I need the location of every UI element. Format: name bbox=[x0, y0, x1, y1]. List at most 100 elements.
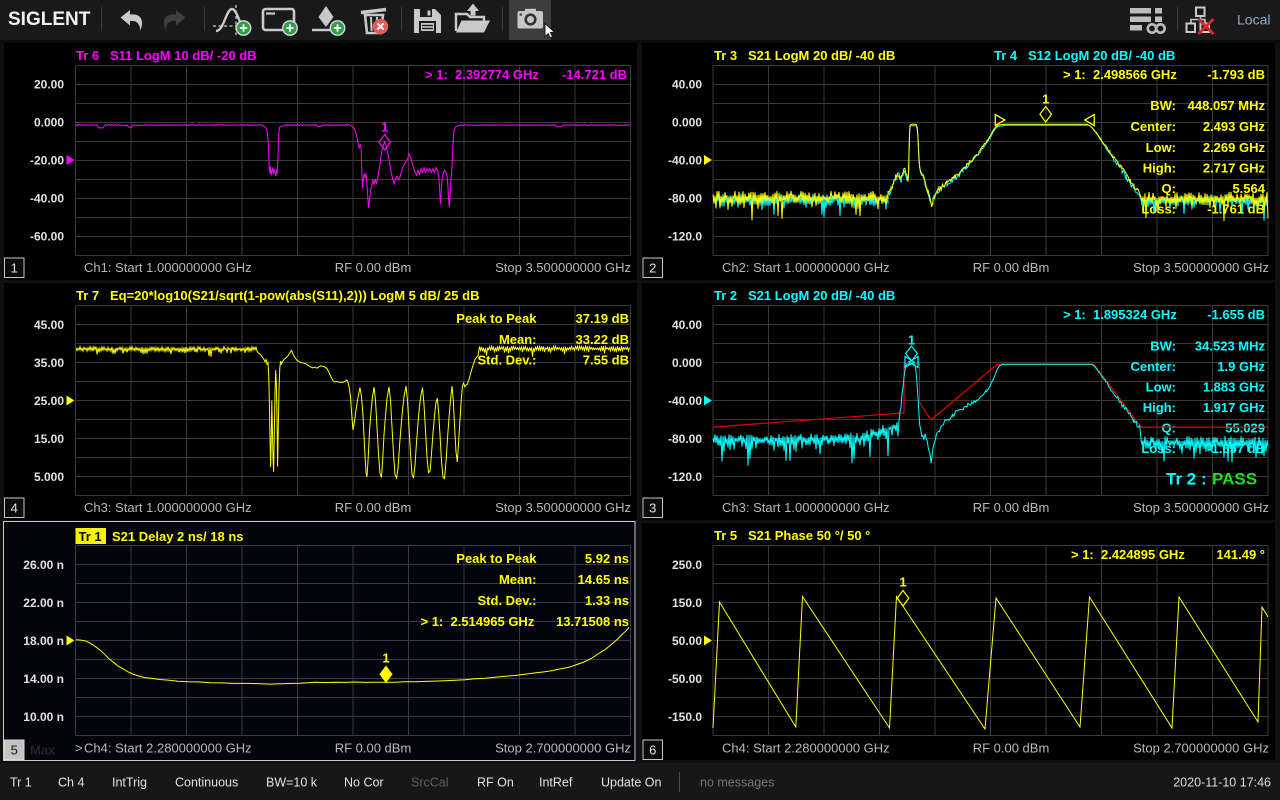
svg-text:Stop 3.500000000 GHz: Stop 3.500000000 GHz bbox=[495, 260, 631, 275]
svg-text:Low:: Low: bbox=[1146, 380, 1176, 395]
svg-text:6: 6 bbox=[649, 743, 656, 758]
svg-text:RF 0.00 dBm: RF 0.00 dBm bbox=[335, 260, 412, 275]
svg-text:25.00: 25.00 bbox=[34, 394, 64, 408]
svg-text:IntRef: IntRef bbox=[539, 776, 573, 790]
svg-text:5.92 ns: 5.92 ns bbox=[585, 551, 629, 566]
svg-text:1.917 GHz: 1.917 GHz bbox=[1203, 400, 1266, 415]
svg-text:> 1: 2.392774 GHz: > 1: 2.392774 GHz bbox=[425, 67, 539, 82]
svg-text:141.49 °: 141.49 ° bbox=[1216, 547, 1265, 562]
svg-text:250.0: 250.0 bbox=[672, 558, 702, 572]
svg-text:55.029: 55.029 bbox=[1225, 421, 1265, 436]
svg-text:Stop 2.700000000 GHz: Stop 2.700000000 GHz bbox=[495, 740, 631, 755]
svg-text:Tr 2 S21 LogM 20 dB/ -40 dB: Tr 2 S21 LogM 20 dB/ -40 dB bbox=[714, 288, 895, 303]
svg-text:20.00: 20.00 bbox=[34, 78, 64, 92]
svg-text:Q:: Q: bbox=[1162, 421, 1176, 436]
svg-text:> 1: 1.895324 GHz: > 1: 1.895324 GHz bbox=[1063, 307, 1177, 322]
svg-text:Tr 2 :: Tr 2 : bbox=[1166, 470, 1211, 489]
svg-text:0.000: 0.000 bbox=[34, 116, 64, 130]
svg-text:Tr 4 S12 LogM 20 dB/ -40 dB: Tr 4 S12 LogM 20 dB/ -40 dB bbox=[994, 48, 1175, 63]
svg-text:Peak to Peak: Peak to Peak bbox=[456, 311, 537, 326]
svg-text:13.71508 ns: 13.71508 ns bbox=[556, 614, 629, 629]
svg-text:1: 1 bbox=[382, 651, 389, 666]
svg-text:10.00 n: 10.00 n bbox=[23, 710, 64, 724]
svg-text:Tr 7 Eq=20*log10(S21/sqrt(1-: Tr 7 Eq=20*log10(S21/sqrt(1-pow(abs(S11)… bbox=[76, 288, 479, 303]
svg-text:S21 Delay 2 ns/ 18 ns: S21 Delay 2 ns/ 18 ns bbox=[112, 529, 244, 544]
svg-text:15.00: 15.00 bbox=[34, 432, 64, 446]
svg-text:no messages: no messages bbox=[700, 776, 774, 790]
svg-text:Ch4: Start 2.280000000 GHz: Ch4: Start 2.280000000 GHz bbox=[84, 740, 252, 755]
svg-text:14.65 ns: 14.65 ns bbox=[578, 572, 629, 587]
svg-text:BW:: BW: bbox=[1150, 98, 1176, 113]
svg-text:-1.655 dB: -1.655 dB bbox=[1207, 307, 1265, 322]
svg-text:> 1: 2.498566 GHz: > 1: 2.498566 GHz bbox=[1063, 67, 1177, 82]
svg-text:4: 4 bbox=[11, 501, 18, 516]
svg-text:SrcCal: SrcCal bbox=[411, 776, 449, 790]
svg-text:Peak to Peak: Peak to Peak bbox=[456, 551, 537, 566]
svg-text:0.000: 0.000 bbox=[672, 356, 702, 370]
svg-text:26.00 n: 26.00 n bbox=[23, 558, 64, 572]
svg-text:> 1: 2.514965 GHz: > 1: 2.514965 GHz bbox=[421, 614, 535, 629]
svg-text:5.000: 5.000 bbox=[34, 470, 64, 484]
svg-text:5: 5 bbox=[11, 743, 18, 758]
svg-text:33.22 dB: 33.22 dB bbox=[576, 332, 629, 347]
svg-text:-120.0: -120.0 bbox=[668, 230, 702, 244]
svg-text:-40.00: -40.00 bbox=[668, 154, 702, 168]
svg-text:Q:: Q: bbox=[1162, 181, 1176, 196]
svg-text:1.9 GHz: 1.9 GHz bbox=[1217, 359, 1265, 374]
svg-text:45.00: 45.00 bbox=[34, 318, 64, 332]
svg-text:>: > bbox=[75, 740, 83, 755]
svg-text:50.00: 50.00 bbox=[672, 634, 702, 648]
svg-text:1: 1 bbox=[381, 120, 388, 135]
svg-text:2.269 GHz: 2.269 GHz bbox=[1203, 140, 1266, 155]
svg-text:High:: High: bbox=[1143, 161, 1176, 176]
svg-text:Mean:: Mean: bbox=[499, 332, 537, 347]
svg-text:Ch1: Start 1.000000000 GHz: Ch1: Start 1.000000000 GHz bbox=[84, 260, 252, 275]
svg-text:Center:: Center: bbox=[1130, 359, 1176, 374]
svg-text:Ch3: Start 1.000000000 GHz: Ch3: Start 1.000000000 GHz bbox=[722, 500, 890, 515]
svg-text:-120.0: -120.0 bbox=[668, 470, 702, 484]
svg-text:Center:: Center: bbox=[1130, 119, 1176, 134]
svg-text:Stop 3.500000000 GHz: Stop 3.500000000 GHz bbox=[495, 500, 631, 515]
svg-text:Update On: Update On bbox=[601, 776, 662, 790]
svg-text:-14.721 dB: -14.721 dB bbox=[562, 67, 627, 82]
svg-text:3: 3 bbox=[649, 501, 656, 516]
svg-text:2: 2 bbox=[649, 261, 656, 276]
svg-text:Stop 2.700000000 GHz: Stop 2.700000000 GHz bbox=[1133, 740, 1269, 755]
svg-text:BW:: BW: bbox=[1150, 339, 1176, 354]
svg-text:RF 0.00 dBm: RF 0.00 dBm bbox=[335, 500, 412, 515]
svg-text:2.717 GHz: 2.717 GHz bbox=[1203, 161, 1266, 176]
svg-text:Mean:: Mean: bbox=[499, 572, 537, 587]
svg-text:1: 1 bbox=[899, 575, 906, 590]
svg-text:-40.00: -40.00 bbox=[668, 394, 702, 408]
svg-text:Stop 3.500000000 GHz: Stop 3.500000000 GHz bbox=[1133, 500, 1269, 515]
svg-text:BW=10 k: BW=10 k bbox=[266, 776, 318, 790]
svg-text:Ch 4: Ch 4 bbox=[58, 776, 84, 790]
svg-text:RF 0.00 dBm: RF 0.00 dBm bbox=[973, 500, 1050, 515]
svg-text:14.00 n: 14.00 n bbox=[23, 672, 64, 686]
svg-text:1: 1 bbox=[1042, 92, 1049, 107]
svg-text:High:: High: bbox=[1143, 400, 1176, 415]
svg-text:-60.00: -60.00 bbox=[30, 230, 64, 244]
svg-text:2020-11-10 17:46: 2020-11-10 17:46 bbox=[1173, 776, 1271, 790]
svg-text:Std. Dev.:: Std. Dev.: bbox=[478, 593, 537, 608]
svg-text:-80.00: -80.00 bbox=[668, 432, 702, 446]
svg-text:Tr 1: Tr 1 bbox=[10, 776, 32, 790]
svg-text:Max: Max bbox=[30, 743, 56, 758]
svg-text:RF On: RF On bbox=[477, 776, 514, 790]
svg-text:Tr 1: Tr 1 bbox=[79, 529, 102, 544]
svg-text:40.00: 40.00 bbox=[672, 318, 702, 332]
svg-text:40.00: 40.00 bbox=[672, 78, 702, 92]
svg-text:Tr 6 S11 LogM 10 dB/ -20 dB: Tr 6 S11 LogM 10 dB/ -20 dB bbox=[76, 48, 257, 63]
svg-text:-20.00: -20.00 bbox=[30, 154, 64, 168]
svg-text:0.000: 0.000 bbox=[672, 116, 702, 130]
svg-text:RF 0.00 dBm: RF 0.00 dBm bbox=[973, 260, 1050, 275]
svg-text:-40.00: -40.00 bbox=[30, 192, 64, 206]
svg-text:2.493 GHz: 2.493 GHz bbox=[1203, 119, 1266, 134]
svg-text:No Cor: No Cor bbox=[344, 776, 384, 790]
svg-text:22.00 n: 22.00 n bbox=[23, 596, 64, 610]
svg-text:RF 0.00 dBm: RF 0.00 dBm bbox=[973, 740, 1050, 755]
svg-text:RF 0.00 dBm: RF 0.00 dBm bbox=[335, 740, 412, 755]
svg-text:Ch4: Start 2.280000000 GHz: Ch4: Start 2.280000000 GHz bbox=[722, 740, 890, 755]
svg-text:IntTrig: IntTrig bbox=[112, 776, 147, 790]
svg-text:-1.793 dB: -1.793 dB bbox=[1207, 67, 1265, 82]
